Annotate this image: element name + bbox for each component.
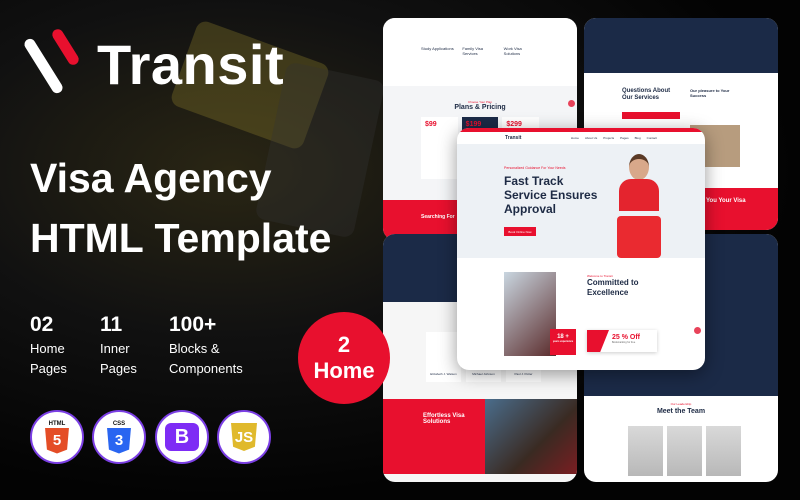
experience-label: years experience — [552, 340, 574, 343]
logo-mark-icon — [22, 26, 85, 95]
solutions-section: Effortless Visa Solutions — [383, 399, 485, 474]
mockup-home-page: Transit Home About Us Projects Pages Blo… — [457, 128, 705, 370]
faq-title: Questions About Our Services — [622, 88, 670, 102]
faq-title-line: Our Services — [622, 95, 660, 101]
team-eyebrow: Our Leadership — [670, 402, 692, 406]
bootstrap-icon: B — [155, 410, 209, 464]
service-card: Family Visa Services — [462, 46, 483, 56]
mockup-logo: Transit — [505, 135, 522, 141]
success-title: Our pleasure to Your Success — [690, 88, 729, 98]
hero-section: Personalized Guidance For Your Needs Fas… — [457, 144, 705, 258]
stat-home-pages: 02 Home Pages — [30, 313, 67, 377]
services-row: Study Applications Family Visa Services … — [383, 18, 577, 86]
service-card: Work Visa Solutions — [503, 46, 522, 56]
nav-item[interactable]: Pages — [620, 136, 629, 140]
brand-logo: Transit — [22, 26, 285, 97]
tech-label: HTML — [48, 420, 66, 427]
home-count-badge: 2 Home — [298, 312, 390, 404]
team-member-photo — [667, 426, 702, 476]
nav-item[interactable]: About Us — [585, 136, 597, 140]
brand-name: Transit — [97, 33, 285, 96]
stat-label: Blocks & — [169, 341, 220, 356]
javascript-icon: JS — [217, 410, 271, 464]
team-title: Meet the Team — [656, 408, 706, 415]
pricing-title: Plans & Pricing — [454, 104, 506, 111]
price-card: $99 — [421, 117, 458, 179]
stat-label: Pages — [100, 361, 137, 376]
nav-item[interactable]: Home — [571, 136, 579, 140]
badge-label: Home — [313, 358, 375, 383]
nav-item[interactable]: Blog — [635, 136, 641, 140]
team-card: Elizabeth J. Watson — [426, 332, 461, 382]
stat-value: 11 — [100, 313, 123, 336]
mockup-nav: Transit Home About Us Projects Pages Blo… — [457, 132, 705, 144]
stat-label: Home — [30, 341, 65, 356]
team-cards — [628, 426, 741, 476]
book-online-button[interactable]: Book Online Now — [504, 227, 536, 236]
headline-line-1: Visa Agency — [30, 155, 272, 201]
nav-item[interactable]: Projects — [603, 136, 614, 140]
hero-title-line: Service Ensures — [504, 188, 598, 202]
html5-icon: HTML 5 — [30, 410, 84, 464]
scroll-dot — [694, 327, 701, 334]
css3-shield: 3 — [107, 427, 131, 454]
hero-title-line: Fast Track — [504, 174, 564, 188]
discount-label: Bookmarking for free — [612, 341, 636, 344]
stat-label: Inner — [100, 341, 130, 356]
office-photo — [504, 272, 556, 356]
office-photo — [485, 399, 577, 474]
hero-title: Fast Track Service Ensures Approval — [504, 174, 597, 216]
nav-item[interactable]: Contact — [647, 136, 657, 140]
testimonial-section — [584, 18, 778, 73]
discount-value: 25 % Off — [612, 334, 641, 341]
hero-title-line: Approval — [504, 202, 557, 216]
headline-line-2: HTML Template — [30, 215, 332, 261]
stat-blocks: 100+ Blocks & Components — [169, 313, 243, 377]
about-title: Committed to Excellence — [587, 278, 639, 298]
js-shield: JS — [231, 423, 257, 451]
stat-label: Pages — [30, 361, 67, 376]
solutions-title-line: Solutions — [423, 419, 451, 425]
html5-shield: 5 — [45, 427, 69, 454]
hero-eyebrow: Personalized Guidance For Your Needs — [504, 166, 566, 170]
faq-accordion-active — [622, 112, 680, 119]
bootstrap-glyph: B — [165, 423, 199, 451]
scroll-dot — [568, 100, 575, 107]
experience-badge: 18 + years experience — [550, 329, 576, 355]
service-card: Study Applications — [421, 46, 454, 51]
tag-icon — [587, 330, 609, 352]
stat-value: 100+ — [169, 313, 217, 336]
badge-number: 2 — [337, 332, 351, 357]
success-title-line: Success — [690, 93, 707, 98]
tech-label: CSS — [112, 420, 126, 427]
about-title-line: Excellence — [587, 288, 629, 297]
faq-title-line: Questions About — [622, 88, 671, 94]
discount-card: 25 % Off Bookmarking for free — [587, 330, 657, 352]
hero-woman-photo — [617, 154, 661, 258]
stat-label: Components — [169, 361, 243, 376]
css3-icon: CSS 3 — [92, 410, 146, 464]
stat-value: 02 — [30, 313, 54, 336]
team-member-photo — [628, 426, 663, 476]
stat-inner-pages: 11 Inner Pages — [100, 313, 137, 377]
team-member-photo — [706, 426, 741, 476]
about-title-line: Committed to — [587, 278, 639, 287]
